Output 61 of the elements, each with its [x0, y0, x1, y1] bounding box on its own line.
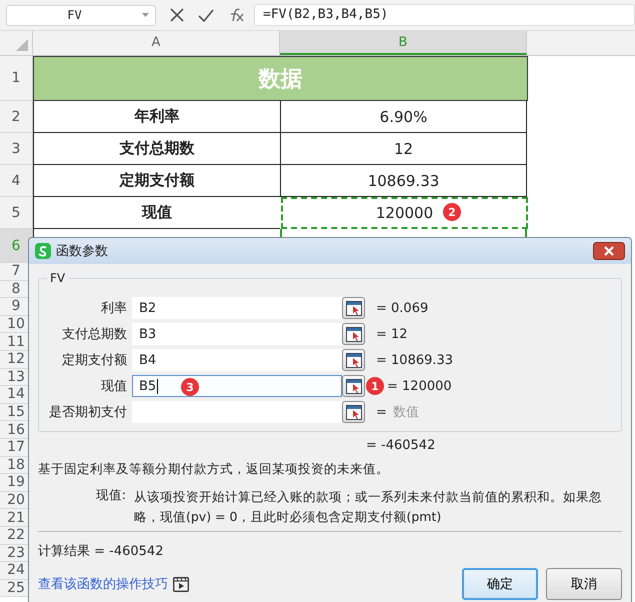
- app-icon: [35, 243, 51, 259]
- argument-result: = 12: [376, 326, 408, 342]
- cancel-button[interactable]: 取消: [546, 568, 622, 600]
- range-picker-button[interactable]: [342, 349, 365, 371]
- argument-field[interactable]: B3: [132, 323, 342, 345]
- calculation-result: 计算结果 = -460542: [38, 543, 164, 560]
- ok-button[interactable]: 确定: [462, 568, 538, 600]
- row-header[interactable]: 4: [0, 165, 32, 197]
- help-link[interactable]: 查看该函数的操作技巧: [38, 575, 168, 593]
- argument-label: 支付总期数: [61, 326, 127, 343]
- argument-field[interactable]: [132, 401, 342, 423]
- check-icon[interactable]: [198, 8, 214, 22]
- range-picker-button[interactable]: [342, 323, 365, 345]
- argument-label: 利率: [100, 300, 127, 317]
- row-header[interactable]: 2: [0, 101, 32, 133]
- group-title: FV: [47, 271, 68, 285]
- range-select-icon: [346, 352, 362, 368]
- name-box[interactable]: FV: [6, 4, 156, 26]
- table-cell: 12: [394, 140, 414, 158]
- table-cell: 年利率: [33, 101, 280, 133]
- argument-label: 定期支付额: [61, 352, 127, 369]
- range-select-icon: [346, 378, 362, 394]
- argument-label: 现值: [100, 378, 127, 395]
- row-header[interactable]: 3: [0, 133, 32, 165]
- formula-result: = -460542: [366, 438, 436, 453]
- argument-result: = 0.069: [376, 300, 428, 316]
- step-badge: 2: [443, 203, 461, 221]
- range-picker-button[interactable]: [342, 297, 365, 319]
- table-title-cell: 数据: [33, 56, 528, 101]
- range-picker-button[interactable]: [342, 401, 365, 423]
- argument-result: = 10869.33: [376, 352, 454, 368]
- video-icon[interactable]: [173, 576, 189, 592]
- table-cell: 120000: [376, 204, 434, 222]
- range-select-icon: [346, 326, 362, 342]
- dropdown-icon[interactable]: [142, 13, 149, 17]
- step-badge: 1: [366, 377, 384, 395]
- function-icon[interactable]: [228, 8, 244, 22]
- equals-sign: =: [376, 404, 387, 420]
- table-cell: 支付总期数: [33, 133, 280, 165]
- parameter-label: 现值:: [94, 487, 126, 504]
- formula-field[interactable]: =FV(B2,B3,B4,B5): [254, 4, 635, 26]
- range-select-icon: [346, 404, 362, 420]
- dialog-title: 函数参数: [56, 243, 108, 260]
- argument-field[interactable]: B5 3: [132, 375, 342, 397]
- row-header[interactable]: 1: [0, 56, 32, 101]
- step-badge: 3: [181, 378, 199, 396]
- table-cell: 现值: [33, 197, 280, 229]
- parameter-description: 从该项投资开始计算已经入账的款项；或一系列未来付款当前值的累积和。如果忽略，现值(pv) = 0，且此时必须包含定期支付额(pmt): [134, 488, 603, 526]
- argument-label: 是否期初支付: [48, 404, 127, 421]
- table-cell: 10869.33: [368, 172, 440, 190]
- close-icon[interactable]: [593, 242, 625, 260]
- argument-field[interactable]: B2: [132, 297, 342, 319]
- argument-field[interactable]: B4: [132, 349, 342, 371]
- table-cell: 定期支付额: [33, 165, 280, 197]
- function-description: 基于固定利率及等额分期付款方式，返回某项投资的未来值。: [38, 461, 390, 478]
- range-select-icon: [346, 300, 362, 316]
- cancel-icon[interactable]: [170, 8, 184, 22]
- result-hint: 数值: [392, 404, 419, 421]
- range-picker-button[interactable]: [342, 375, 365, 397]
- argument-result: = 120000: [387, 378, 452, 394]
- table-cell: 6.90%: [380, 108, 428, 126]
